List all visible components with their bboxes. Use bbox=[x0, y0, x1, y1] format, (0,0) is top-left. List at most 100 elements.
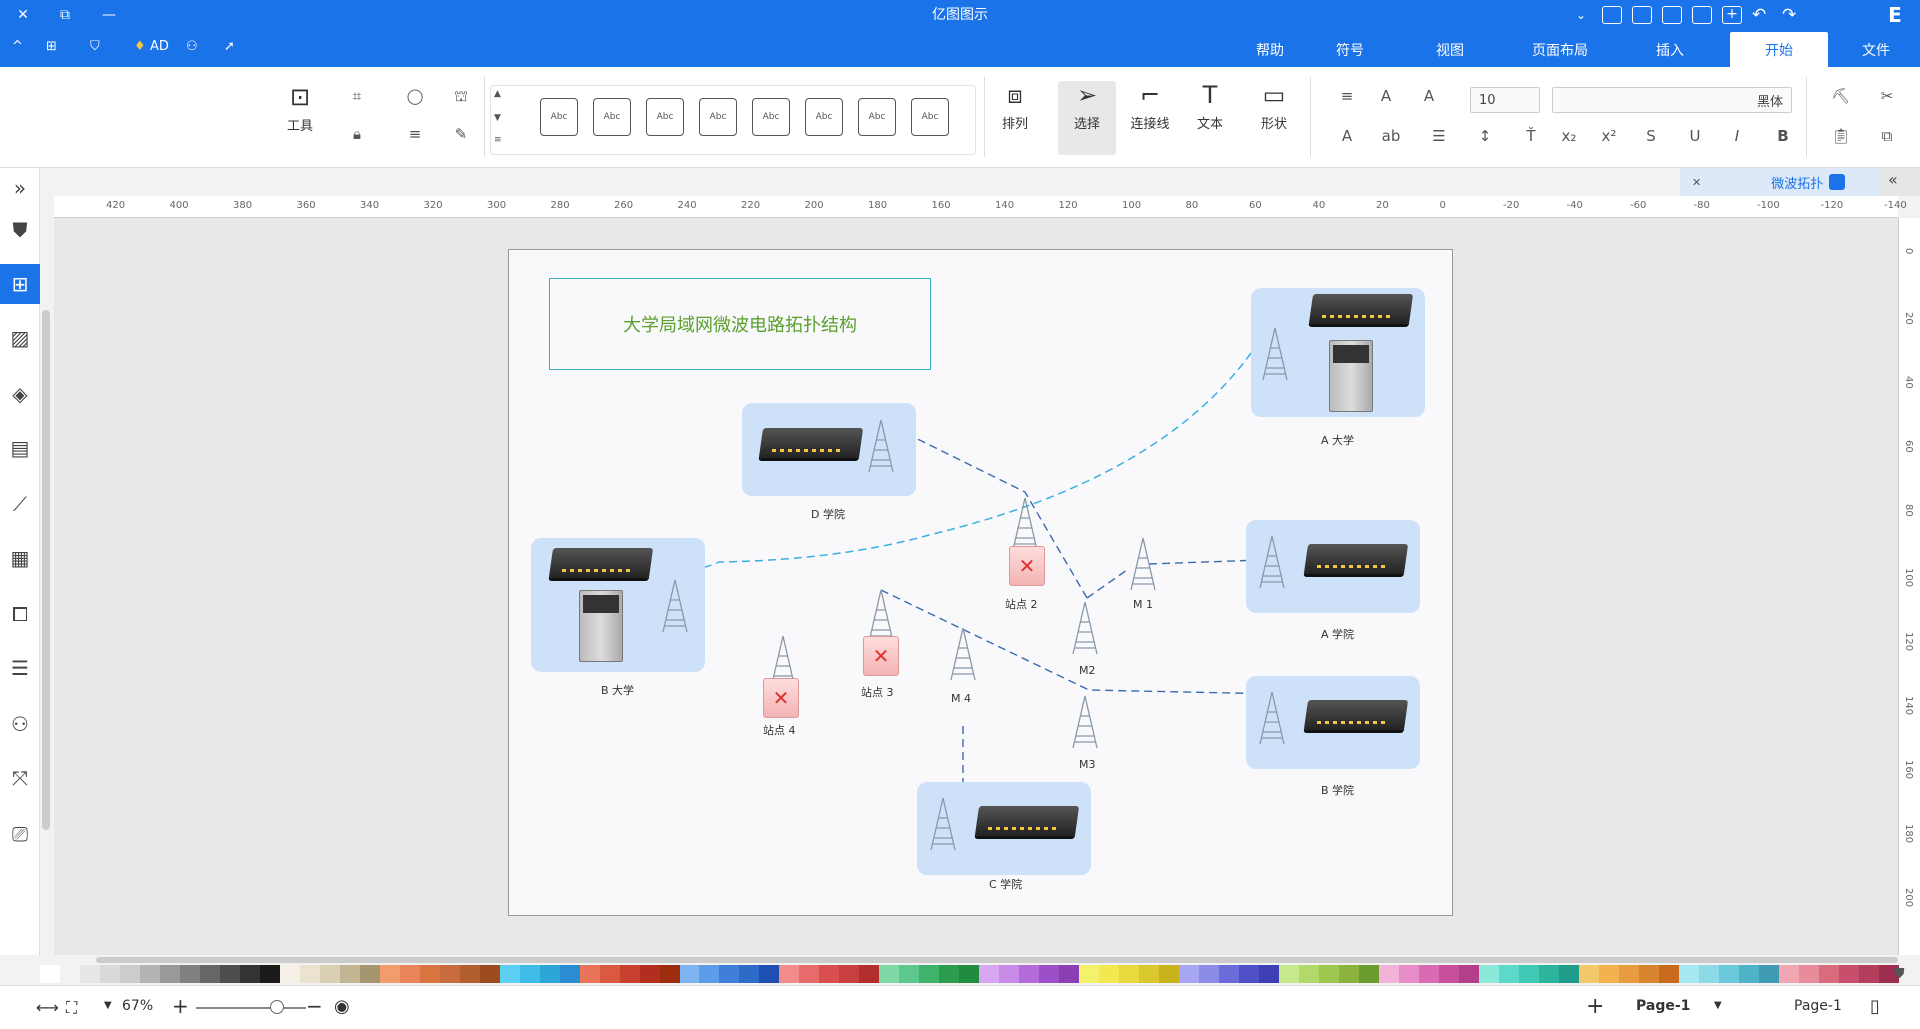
color-swatch[interactable] bbox=[1059, 965, 1080, 983]
style-preset-7[interactable]: Abc bbox=[858, 98, 896, 136]
restore-icon[interactable]: ⧉ bbox=[48, 0, 82, 30]
collapse-right-panel-icon[interactable]: « bbox=[1888, 170, 1898, 189]
undo-icon[interactable]: ↶ bbox=[1752, 5, 1772, 25]
layers-icon[interactable]: ◈ bbox=[0, 374, 40, 414]
color-swatch[interactable] bbox=[939, 965, 960, 983]
color-swatch[interactable] bbox=[739, 965, 760, 983]
color-swatch[interactable] bbox=[1219, 965, 1240, 983]
page-icon[interactable]: ▤ bbox=[0, 428, 40, 468]
zoom-slider[interactable] bbox=[196, 1007, 306, 1009]
underline-icon[interactable]: U bbox=[1684, 127, 1706, 145]
color-swatch[interactable] bbox=[319, 965, 340, 983]
color-swatch[interactable] bbox=[1039, 965, 1060, 983]
color-swatch[interactable] bbox=[1358, 965, 1379, 983]
color-swatch[interactable] bbox=[539, 965, 560, 983]
style-preset-3[interactable]: Abc bbox=[646, 98, 684, 136]
font-increase-icon[interactable]: A bbox=[1418, 87, 1440, 105]
color-swatch[interactable] bbox=[679, 965, 700, 983]
color-swatch[interactable] bbox=[759, 965, 780, 983]
gallery-down-icon[interactable]: ▼ bbox=[494, 113, 501, 123]
color-swatch[interactable] bbox=[1239, 965, 1260, 983]
tab-insert[interactable]: 插入 bbox=[1620, 32, 1720, 67]
color-swatch[interactable] bbox=[1538, 965, 1559, 983]
fill-icon[interactable]: ⛫ bbox=[450, 87, 472, 107]
select-button[interactable]: ➢ 选择 bbox=[1058, 81, 1116, 155]
play-icon[interactable]: ◉ bbox=[334, 996, 350, 1017]
color-swatch[interactable] bbox=[1818, 965, 1839, 983]
color-swatch[interactable] bbox=[879, 965, 900, 983]
redo-icon[interactable]: ↷ bbox=[1782, 5, 1802, 25]
color-swatch[interactable] bbox=[1738, 965, 1759, 983]
fullscreen-icon[interactable]: ⛶ bbox=[66, 998, 77, 1018]
color-swatch[interactable] bbox=[1279, 965, 1300, 983]
doc-tab[interactable]: ✕ 微波拓扑 bbox=[1680, 168, 1880, 196]
color-swatch[interactable] bbox=[1618, 965, 1639, 983]
format-painter-icon[interactable]: ⛏ bbox=[1830, 87, 1852, 105]
chevron-down-icon[interactable]: ⌄ bbox=[1576, 8, 1592, 22]
shape-button[interactable]: ▭ 形状 bbox=[1254, 81, 1294, 132]
color-swatch[interactable] bbox=[219, 965, 240, 983]
color-swatch[interactable] bbox=[899, 965, 920, 983]
color-swatch[interactable] bbox=[1758, 965, 1779, 983]
color-swatch[interactable] bbox=[1598, 965, 1619, 983]
tab-symbols[interactable]: 符号 bbox=[1310, 32, 1390, 67]
color-swatch[interactable] bbox=[439, 965, 460, 983]
color-swatch[interactable] bbox=[599, 965, 620, 983]
tab-view[interactable]: 视图 bbox=[1400, 32, 1500, 67]
apps-icon[interactable]: ⊞ bbox=[46, 39, 57, 54]
color-swatch[interactable] bbox=[1458, 965, 1479, 983]
tab-page-layout[interactable]: 页面布局 bbox=[1510, 32, 1610, 67]
tab-help[interactable]: 帮助 bbox=[1230, 32, 1310, 67]
tab-home[interactable]: 开始 bbox=[1730, 32, 1828, 67]
color-swatch[interactable] bbox=[1518, 965, 1539, 983]
color-swatch[interactable] bbox=[1658, 965, 1679, 983]
copy-icon[interactable]: ⧉ bbox=[1876, 127, 1898, 145]
resize-icon[interactable]: ⧠ bbox=[0, 594, 40, 634]
color-swatch[interactable] bbox=[859, 965, 880, 983]
table-icon[interactable]: ▦ bbox=[0, 538, 40, 578]
zoom-dropdown-icon[interactable]: ▼ bbox=[104, 1000, 112, 1011]
color-swatch[interactable] bbox=[1578, 965, 1599, 983]
ellipse-tool-icon[interactable]: ◯ bbox=[404, 87, 426, 105]
presentation-icon[interactable]: ⎚ bbox=[0, 814, 40, 854]
color-swatch[interactable] bbox=[1159, 965, 1180, 983]
share-icon[interactable]: ⚇ bbox=[186, 39, 198, 54]
color-swatch[interactable] bbox=[1478, 965, 1499, 983]
page-tab[interactable]: Page-1 bbox=[1636, 998, 1690, 1014]
gantt-icon[interactable]: ☰ bbox=[0, 648, 40, 688]
text-button[interactable]: T 文本 bbox=[1190, 81, 1230, 132]
collapse-ribbon-icon[interactable]: ^ bbox=[12, 39, 23, 54]
line-style-icon[interactable]: ≡ bbox=[404, 125, 426, 143]
style-preset-4[interactable]: Abc bbox=[699, 98, 737, 136]
color-swatch[interactable] bbox=[139, 965, 160, 983]
new-icon[interactable]: + bbox=[1722, 6, 1742, 24]
color-swatch[interactable] bbox=[1179, 965, 1200, 983]
bold-icon[interactable]: B bbox=[1772, 127, 1794, 145]
open-icon[interactable] bbox=[1692, 6, 1712, 24]
color-swatch[interactable] bbox=[779, 965, 800, 983]
symbol-library-icon[interactable]: ⊞ bbox=[0, 264, 40, 304]
shirt-icon[interactable]: ⛉ bbox=[90, 39, 100, 54]
superscript-icon[interactable]: x² bbox=[1598, 127, 1620, 145]
color-swatch[interactable] bbox=[1778, 965, 1799, 983]
color-swatch[interactable] bbox=[1139, 965, 1160, 983]
color-swatch[interactable] bbox=[619, 965, 640, 983]
tab-file[interactable]: 文件 bbox=[1836, 32, 1916, 67]
color-swatch[interactable] bbox=[259, 965, 280, 983]
color-swatch[interactable] bbox=[1338, 965, 1359, 983]
color-swatch[interactable] bbox=[459, 965, 480, 983]
align-icon[interactable]: ≡ bbox=[1336, 87, 1358, 105]
color-swatch[interactable] bbox=[499, 965, 520, 983]
color-swatch[interactable] bbox=[79, 965, 100, 983]
add-page-icon[interactable]: + bbox=[1586, 994, 1604, 1019]
color-swatch[interactable] bbox=[1099, 965, 1120, 983]
bullet-list-icon[interactable]: ☰ bbox=[1428, 127, 1450, 145]
print-icon[interactable] bbox=[1632, 6, 1652, 24]
fill-bucket-icon[interactable]: ⛊ bbox=[1894, 966, 1905, 982]
send-icon[interactable]: ➚ bbox=[224, 39, 235, 54]
color-swatch[interactable] bbox=[479, 965, 500, 983]
fill-style-icon[interactable]: ⛊ bbox=[0, 210, 40, 250]
color-swatch[interactable] bbox=[379, 965, 400, 983]
style-preset-8[interactable]: Abc bbox=[911, 98, 949, 136]
color-swatch[interactable] bbox=[339, 965, 360, 983]
